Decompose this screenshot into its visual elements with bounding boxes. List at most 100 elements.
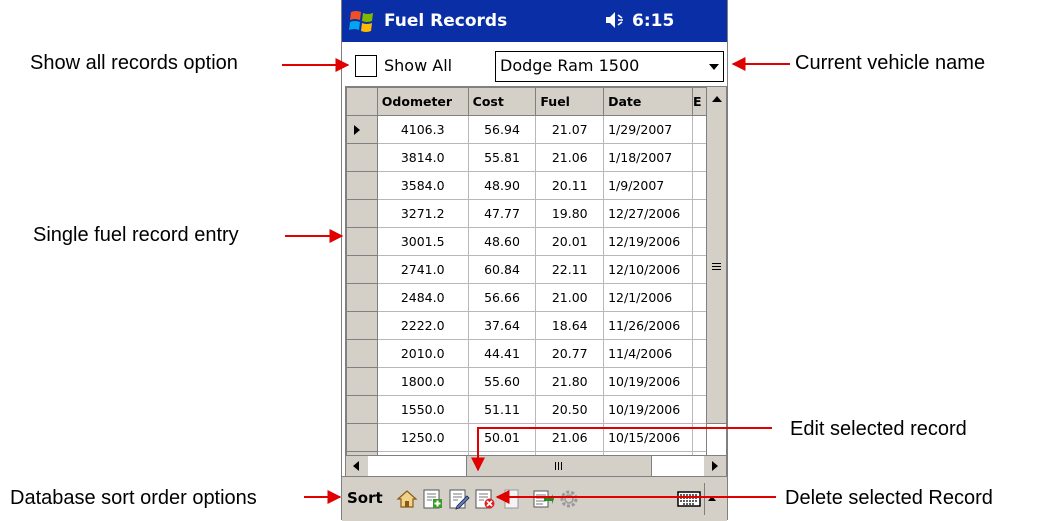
cell-cost[interactable]: 44.41 xyxy=(467,339,537,368)
cell-date[interactable]: 12/10/2006 xyxy=(603,255,693,284)
vertical-scrollbar[interactable] xyxy=(706,86,727,457)
cell-cost[interactable]: 48.60 xyxy=(467,227,537,256)
cell-date[interactable]: 12/19/2006 xyxy=(603,227,693,256)
chevron-up-icon[interactable] xyxy=(708,496,716,501)
cell-cost[interactable]: 55.60 xyxy=(467,367,537,396)
row-header[interactable] xyxy=(346,143,378,172)
cell-date[interactable]: 11/26/2006 xyxy=(603,311,693,340)
cell-odometer[interactable]: 1800.0 xyxy=(376,367,469,396)
cell-fuel[interactable]: 20.11 xyxy=(535,171,605,200)
cell-e[interactable] xyxy=(692,115,707,144)
cell-date[interactable]: 11/4/2006 xyxy=(603,339,693,368)
cell-e[interactable] xyxy=(692,199,707,228)
cell-date[interactable]: 1/29/2007 xyxy=(603,115,693,144)
cell-cost[interactable]: 51.11 xyxy=(467,395,537,424)
add-record-icon[interactable] xyxy=(422,488,444,510)
table-row[interactable]: 3271.2 47.77 19.80 12/27/2006 xyxy=(346,199,707,228)
vertical-scroll-thumb[interactable] xyxy=(707,113,726,424)
table-row[interactable]: 2484.0 56.66 21.00 12/1/2006 xyxy=(346,283,707,312)
cell-date[interactable]: 12/27/2006 xyxy=(603,199,693,228)
fuel-records-grid[interactable]: Odometer Cost Fuel Date E 4106.3 56.94 21.… xyxy=(345,86,708,471)
cell-odometer[interactable]: 1550.0 xyxy=(376,395,469,424)
row-header[interactable] xyxy=(346,395,378,424)
export-icon[interactable] xyxy=(532,488,554,510)
windows-start-icon[interactable] xyxy=(348,8,376,34)
cell-date[interactable]: 10/19/2006 xyxy=(603,395,693,424)
delete-record-icon[interactable] xyxy=(474,488,496,510)
column-header-fuel[interactable]: Fuel xyxy=(535,87,605,116)
row-header[interactable] xyxy=(346,171,378,200)
sort-menu[interactable]: Sort xyxy=(347,489,383,507)
clock[interactable]: 6:15 xyxy=(632,11,674,31)
cell-date[interactable]: 1/9/2007 xyxy=(603,171,693,200)
table-row[interactable]: 3814.0 55.81 21.06 1/18/2007 xyxy=(346,143,707,172)
row-header[interactable] xyxy=(346,339,378,368)
cell-fuel[interactable]: 21.06 xyxy=(535,423,605,452)
speaker-icon[interactable] xyxy=(604,9,626,31)
cell-fuel[interactable]: 20.01 xyxy=(535,227,605,256)
cell-odometer[interactable]: 3584.0 xyxy=(376,171,469,200)
cell-cost[interactable]: 55.81 xyxy=(467,143,537,172)
table-row[interactable]: 2010.0 44.41 20.77 11/4/2006 xyxy=(346,339,707,368)
cell-fuel[interactable]: 20.50 xyxy=(535,395,605,424)
chevron-down-icon[interactable] xyxy=(709,64,719,70)
cell-odometer[interactable]: 3001.5 xyxy=(376,227,469,256)
cell-odometer[interactable]: 2222.0 xyxy=(376,311,469,340)
cell-date[interactable]: 10/15/2006 xyxy=(603,423,693,452)
cell-date[interactable]: 12/1/2006 xyxy=(603,283,693,312)
keyboard-icon[interactable] xyxy=(677,489,701,509)
row-header[interactable] xyxy=(346,115,378,144)
column-header-date[interactable]: Date xyxy=(603,87,693,116)
column-header-cost[interactable]: Cost xyxy=(467,87,537,116)
cell-cost[interactable]: 37.64 xyxy=(467,311,537,340)
cell-odometer[interactable]: 2741.0 xyxy=(376,255,469,284)
cell-date[interactable]: 1/18/2007 xyxy=(603,143,693,172)
row-header[interactable] xyxy=(346,423,378,452)
row-header[interactable] xyxy=(346,227,378,256)
cell-cost[interactable]: 60.84 xyxy=(467,255,537,284)
cell-e[interactable] xyxy=(692,227,707,256)
cell-e[interactable] xyxy=(692,143,707,172)
show-all-label[interactable]: Show All xyxy=(384,56,452,75)
cell-e[interactable] xyxy=(692,339,707,368)
cell-e[interactable] xyxy=(692,423,707,452)
cell-fuel[interactable]: 21.00 xyxy=(535,283,605,312)
table-row[interactable]: 2222.0 37.64 18.64 11/26/2006 xyxy=(346,311,707,340)
cell-odometer[interactable]: 2010.0 xyxy=(376,339,469,368)
cell-odometer[interactable]: 3814.0 xyxy=(376,143,469,172)
horizontal-scrollbar[interactable] xyxy=(345,455,727,477)
cell-fuel[interactable]: 21.80 xyxy=(535,367,605,396)
scroll-up-arrow-icon[interactable] xyxy=(707,87,726,113)
cell-e[interactable] xyxy=(692,395,707,424)
cell-cost[interactable]: 48.90 xyxy=(467,171,537,200)
table-row[interactable]: 3001.5 48.60 20.01 12/19/2006 xyxy=(346,227,707,256)
cell-cost[interactable]: 56.66 xyxy=(467,283,537,312)
cell-date[interactable]: 10/19/2006 xyxy=(603,367,693,396)
table-row[interactable]: 2741.0 60.84 22.11 12/10/2006 xyxy=(346,255,707,284)
row-header[interactable] xyxy=(346,311,378,340)
cell-fuel[interactable]: 21.07 xyxy=(535,115,605,144)
settings-gear-icon[interactable] xyxy=(558,488,580,510)
row-header[interactable] xyxy=(346,283,378,312)
table-row[interactable]: 4106.3 56.94 21.07 1/29/2007 xyxy=(346,115,707,144)
cell-cost[interactable]: 47.77 xyxy=(467,199,537,228)
cell-fuel[interactable]: 18.64 xyxy=(535,311,605,340)
cell-odometer[interactable]: 4106.3 xyxy=(376,115,469,144)
cell-e[interactable] xyxy=(692,255,707,284)
blank-page-icon[interactable] xyxy=(500,488,522,510)
vehicle-dropdown[interactable]: Dodge Ram 1500 xyxy=(495,51,724,82)
cell-e[interactable] xyxy=(692,311,707,340)
table-row[interactable]: 1550.0 51.11 20.50 10/19/2006 xyxy=(346,395,707,424)
cell-e[interactable] xyxy=(692,367,707,396)
column-header-odometer[interactable]: Odometer xyxy=(376,87,469,116)
cell-cost[interactable]: 56.94 xyxy=(467,115,537,144)
row-header[interactable] xyxy=(346,199,378,228)
table-row[interactable]: 3584.0 48.90 20.11 1/9/2007 xyxy=(346,171,707,200)
cell-e[interactable] xyxy=(692,171,707,200)
horizontal-scroll-thumb[interactable] xyxy=(466,456,652,476)
cell-odometer[interactable]: 2484.0 xyxy=(376,283,469,312)
cell-e[interactable] xyxy=(692,283,707,312)
home-icon[interactable] xyxy=(396,488,418,510)
table-row[interactable]: 1800.0 55.60 21.80 10/19/2006 xyxy=(346,367,707,396)
cell-fuel[interactable]: 22.11 xyxy=(535,255,605,284)
